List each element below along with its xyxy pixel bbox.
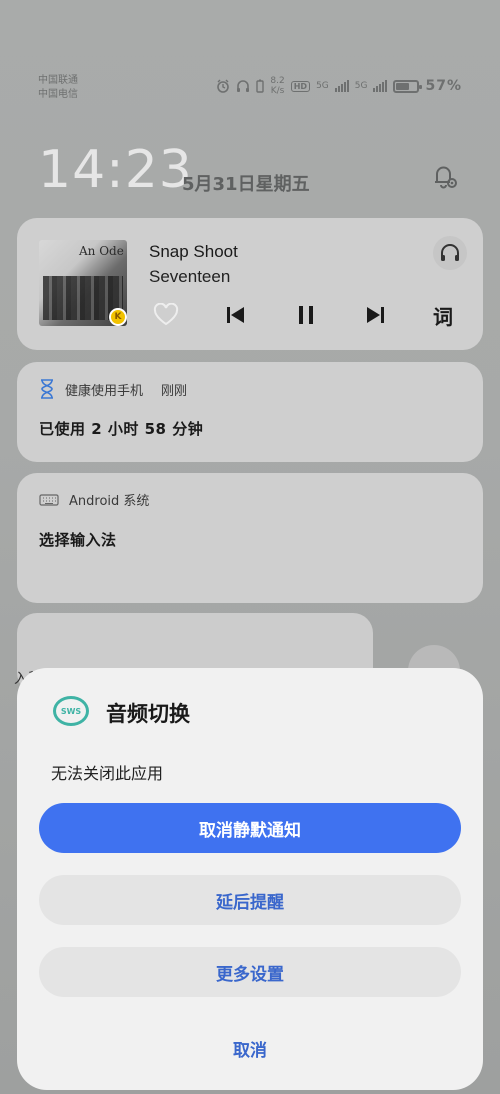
signal-1-icon	[334, 80, 349, 92]
battery-percent: 57%	[425, 78, 462, 94]
carrier-1: 中国联通	[38, 75, 78, 86]
notification-body: 选择输入法	[39, 531, 117, 549]
song-title: Snap Shoot	[149, 242, 238, 261]
pause-icon	[299, 306, 313, 324]
app-logo: SWS	[53, 696, 89, 726]
battery-fill	[396, 82, 410, 90]
lock-clock: 14:23	[38, 140, 193, 200]
song-artist: Seventeen	[149, 267, 231, 286]
notification-app-name: Android 系统	[69, 494, 150, 509]
signal-2-icon	[373, 80, 388, 92]
hourglass-icon	[41, 379, 53, 399]
remind-later-button[interactable]: 延后提醒	[39, 875, 461, 925]
net-speed-unit: K/s	[270, 86, 285, 96]
notification-app-name: 健康使用手机	[65, 383, 144, 399]
cancel-button[interactable]: 取消	[39, 1023, 461, 1073]
alarm-icon	[217, 79, 230, 93]
hd-badge: HD	[290, 80, 311, 92]
skip-next-icon	[367, 307, 384, 323]
music-app-badge: K	[109, 308, 127, 326]
sheet-message: 无法关闭此应用	[51, 764, 164, 783]
sheet-title: 音频切换	[106, 702, 190, 726]
net-speed-value: 8.2	[270, 76, 285, 86]
bell-settings-icon	[435, 166, 457, 189]
heart-icon	[153, 303, 179, 326]
keyboard-icon	[39, 493, 59, 506]
music-player-card[interactable]: An Ode K Snap Shoot Seventeen 词	[17, 218, 483, 350]
previous-track-button[interactable]	[220, 300, 252, 330]
unmute-notification-button[interactable]: 取消静默通知	[39, 803, 461, 853]
signal-1-label: 5G	[316, 81, 329, 91]
notification-body: 已使用 2 小时 58 分钟	[39, 420, 204, 438]
more-settings-button[interactable]: 更多设置	[39, 947, 461, 997]
headphone-icon	[237, 80, 250, 92]
audio-output-button[interactable]	[433, 236, 467, 270]
carrier-2: 中国电信	[38, 89, 78, 100]
notification-settings-button[interactable]	[428, 160, 460, 192]
pause-button[interactable]	[290, 300, 322, 330]
favorite-button[interactable]	[150, 300, 182, 330]
carrier-info: 中国联通 中国电信	[38, 74, 78, 102]
next-track-button[interactable]	[359, 300, 391, 330]
battery-small-icon	[256, 79, 265, 93]
notification-header: 健康使用手机 刚刚	[39, 379, 187, 399]
lyrics-button[interactable]: 词	[427, 300, 459, 330]
battery-icon	[393, 79, 423, 93]
status-bar: 中国联通 中国电信 8.2 K/s HD 5G 5G 57%	[0, 72, 500, 106]
lock-date: 5月31日星期五	[182, 174, 310, 195]
headphone-icon	[441, 244, 459, 261]
album-text: An Ode	[79, 244, 124, 258]
status-icons: 8.2 K/s HD 5G 5G 57%	[216, 76, 462, 96]
android-system-notification[interactable]: Android 系统 选择输入法	[17, 473, 483, 603]
signal-2-label: 5G	[354, 81, 368, 91]
notification-header: Android 系统	[39, 490, 149, 509]
health-notification[interactable]: 健康使用手机 刚刚 已使用 2 小时 58 分钟	[17, 362, 483, 462]
notification-time: 刚刚	[161, 383, 188, 399]
skip-previous-icon	[227, 307, 244, 323]
action-sheet: SWS 音频切换 无法关闭此应用 取消静默通知 延后提醒 更多设置 取消	[17, 668, 483, 1090]
net-speed: 8.2 K/s	[270, 76, 284, 96]
